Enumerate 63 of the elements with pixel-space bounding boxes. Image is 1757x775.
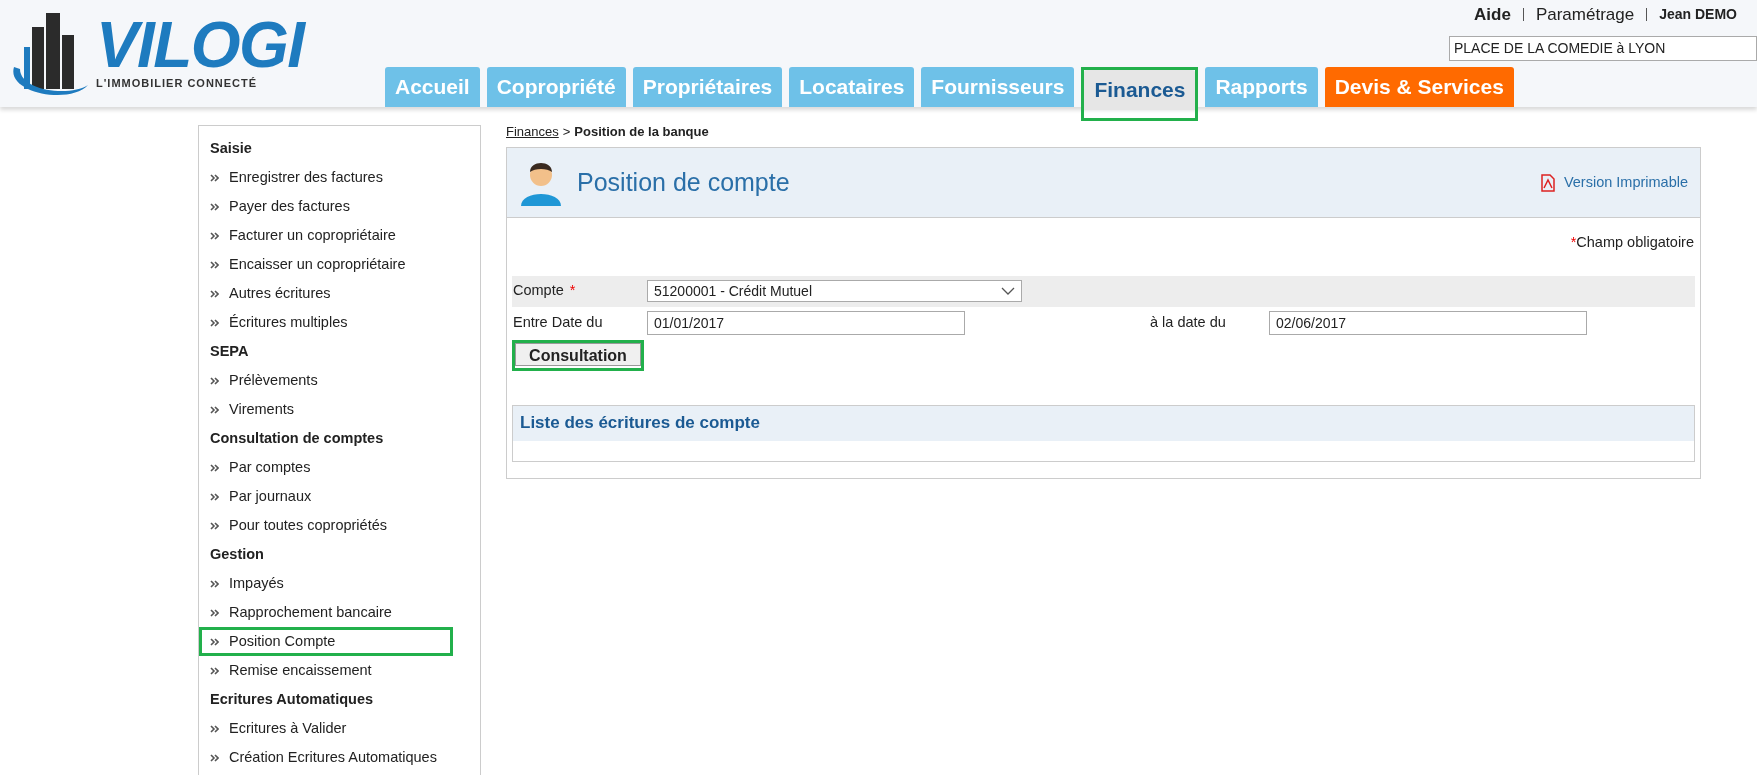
sidebar-link[interactable]: Position Compte	[229, 630, 336, 653]
sidebar-link[interactable]: Encaisser un copropriétaire	[229, 253, 406, 276]
sidebar-link[interactable]: Enregistrer des factures	[229, 166, 383, 189]
double-chevron-icon	[210, 318, 219, 327]
top-link[interactable]: Paramétrage	[1535, 2, 1635, 28]
sidebar-link[interactable]: Création Ecritures Automatiques	[229, 746, 437, 769]
sidebar-heading: Saisie	[210, 138, 253, 158]
sidebar-heading: Ecritures Automatiques	[210, 689, 375, 709]
nav-tab[interactable]: Finances	[1084, 70, 1196, 110]
sidebar-heading: Consultation de comptes	[210, 428, 385, 448]
entries-title: Liste des écritures de compte	[520, 412, 760, 435]
double-chevron-icon	[210, 463, 219, 472]
date-input[interactable]: 01/01/2017	[647, 311, 965, 336]
panel-title: Position de compte	[577, 166, 790, 198]
top-link[interactable]: Aide	[1474, 2, 1511, 28]
double-chevron-icon	[210, 753, 219, 762]
logo-tagline: L'IMMOBILIER CONNECTÉ	[96, 75, 259, 91]
double-chevron-icon	[210, 608, 219, 617]
sidebar-link[interactable]: Écritures multiples	[229, 311, 348, 334]
double-chevron-icon	[210, 521, 219, 530]
sidebar-link[interactable]: Prélèvements	[229, 369, 318, 392]
sidebar-link[interactable]: Rapprochement bancaire	[229, 601, 392, 624]
sidebar-link[interactable]: Par journaux	[229, 485, 312, 508]
double-chevron-icon	[210, 405, 219, 414]
pdf-icon	[1539, 173, 1556, 192]
field-label: Entre Date du	[512, 313, 604, 333]
date-input[interactable]: 02/06/2017	[1269, 311, 1587, 336]
double-chevron-icon	[210, 492, 219, 501]
required-mark: *	[569, 281, 576, 301]
double-chevron-icon	[210, 231, 219, 240]
double-chevron-icon	[210, 724, 219, 733]
sidebar-link[interactable]: Ecritures à Valider	[229, 717, 347, 740]
print-version-link[interactable]: Version Imprimable	[1563, 171, 1688, 194]
sidebar-link[interactable]: Par comptes	[229, 456, 311, 479]
consultation-button[interactable]: Consultation	[515, 342, 641, 366]
sidebar-heading: Gestion	[210, 544, 265, 564]
sidebar-link[interactable]: Impayés	[229, 572, 284, 595]
property-select[interactable]: PLACE DE LA COMEDIE à LYON	[1449, 35, 1757, 61]
double-chevron-icon	[210, 376, 219, 385]
sidebar-link[interactable]: Facturer un copropriétaire	[229, 224, 396, 247]
top-link[interactable]: Jean DEMO	[1659, 4, 1737, 26]
field-label: à la date du	[1150, 313, 1227, 333]
double-chevron-icon	[210, 637, 219, 646]
required-note: *Champ obligatoire	[1570, 233, 1694, 252]
logo-wordmark: VILOGI	[96, 14, 304, 75]
double-chevron-icon	[210, 260, 219, 269]
sidebar-link[interactable]: Pour toutes copropriétés	[229, 514, 387, 537]
sidebar-heading: SEPA	[210, 341, 250, 361]
sidebar-link[interactable]: Payer des factures	[229, 195, 350, 218]
sidebar-link[interactable]: Autres écritures	[229, 282, 331, 305]
double-chevron-icon	[210, 202, 219, 211]
breadcrumb-separator: >	[562, 123, 571, 142]
double-chevron-icon	[210, 579, 219, 588]
field-label: Compte	[513, 281, 564, 301]
double-chevron-icon	[210, 173, 219, 182]
breadcrumb-current: Position de la banque	[574, 123, 709, 142]
account-select[interactable]: 51200001 - Crédit Mutuel	[647, 280, 1022, 303]
sidebar-link[interactable]: Virements	[229, 398, 294, 421]
double-chevron-icon	[210, 666, 219, 675]
breadcrumb-link[interactable]: Finances	[506, 122, 559, 142]
double-chevron-icon	[210, 289, 219, 298]
chevron-down-icon	[1001, 287, 1015, 296]
sidebar-link[interactable]: Remise encaissement	[229, 659, 372, 682]
